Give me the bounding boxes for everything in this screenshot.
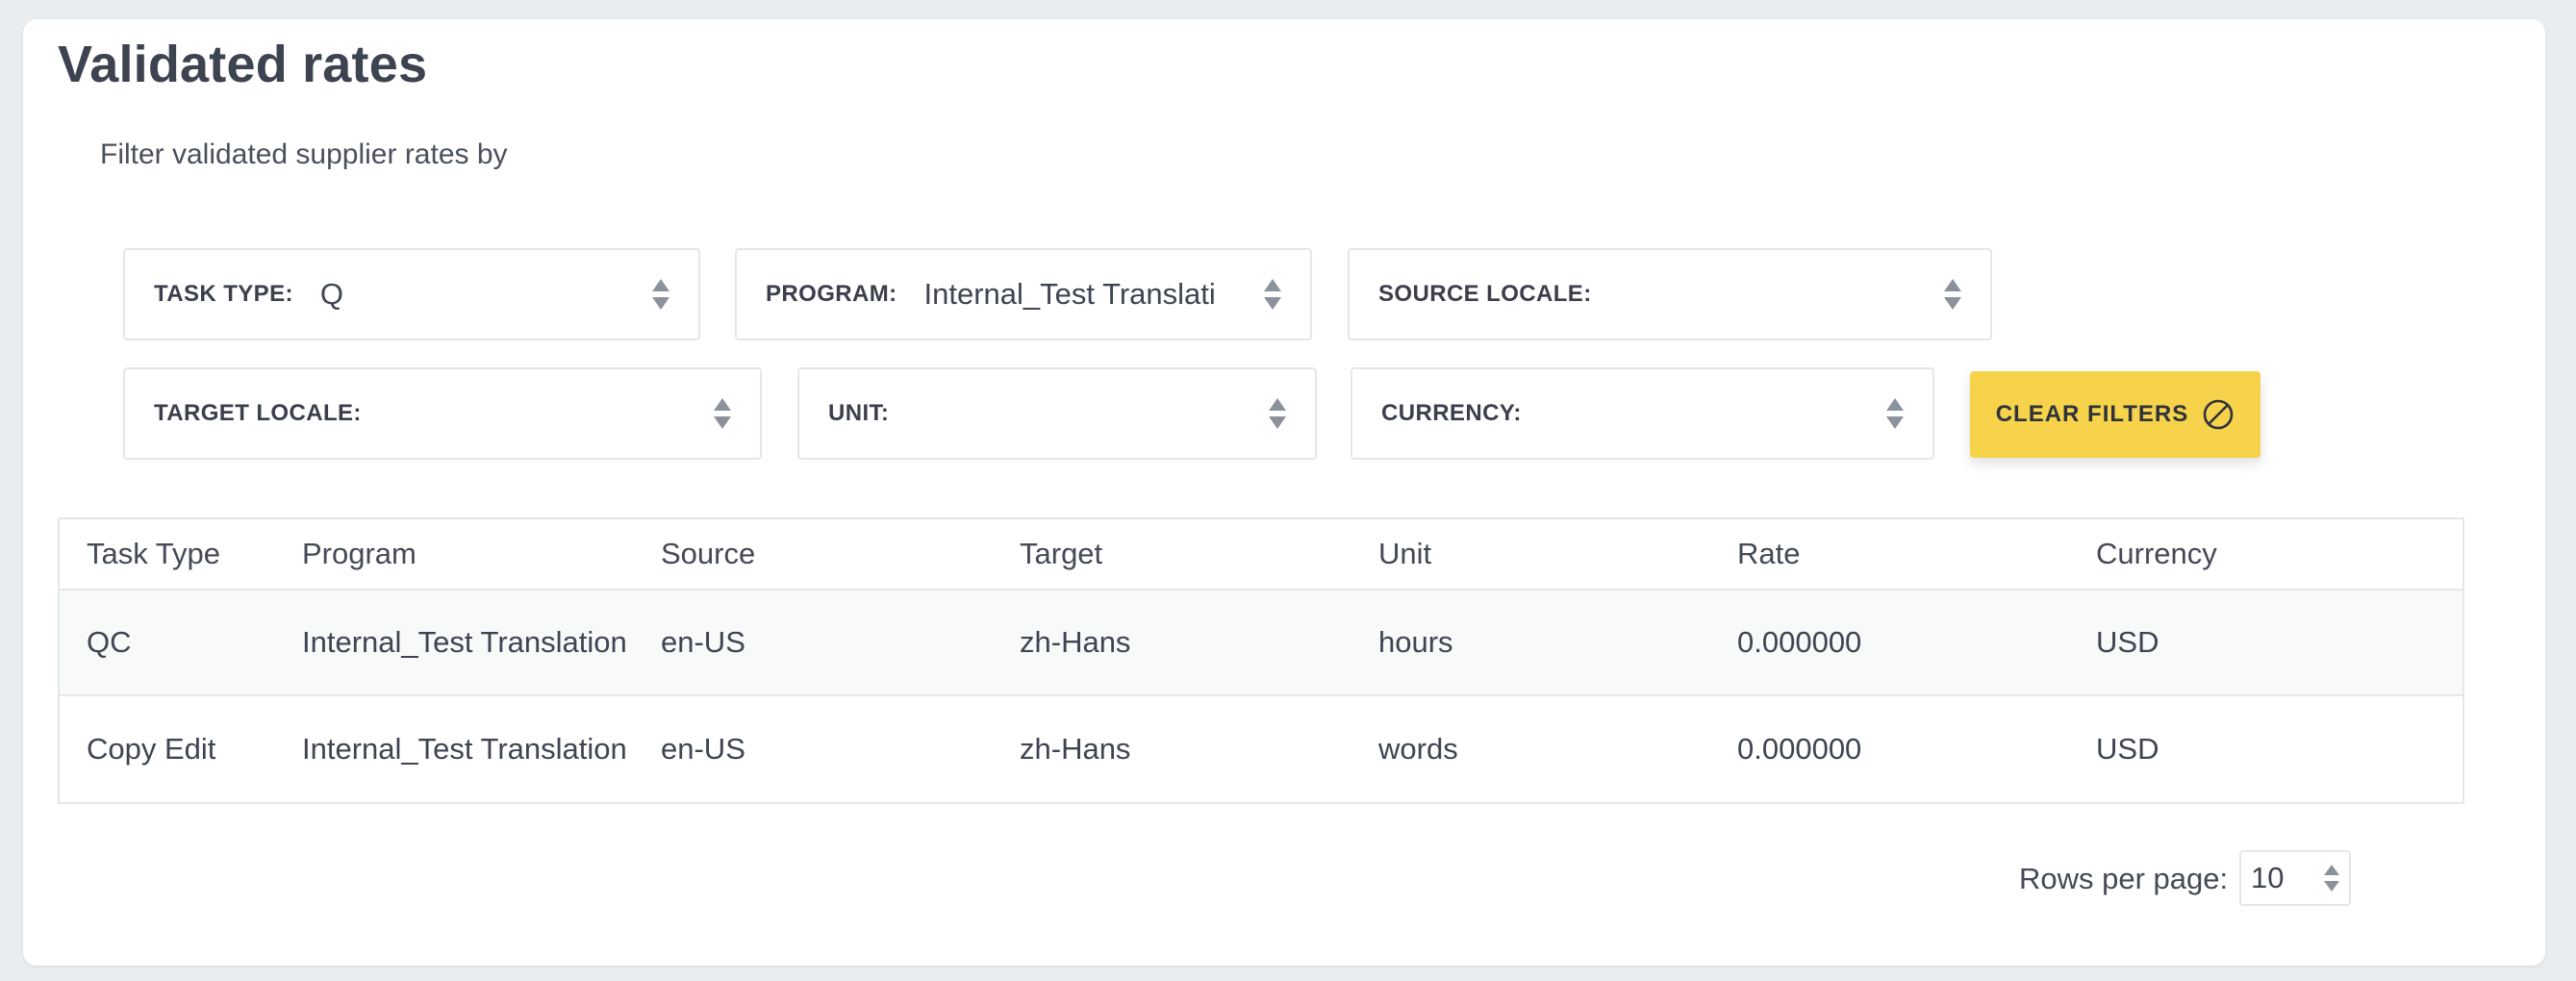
clear-filters-button[interactable]: CLEAR FILTERS <box>1970 371 2260 458</box>
currency-filter-label: CURRENCY: <box>1381 400 1522 426</box>
cell-target: zh-Hans <box>1020 732 1131 766</box>
cell-target: zh-Hans <box>1020 625 1131 659</box>
rates-table: Task Type Program Source Target Unit Rat… <box>58 517 2464 804</box>
cell-rate: 0.000000 <box>1737 625 1862 659</box>
column-header-target[interactable]: Target <box>1020 537 1378 571</box>
cell-program: Internal_Test Translation <box>302 732 627 766</box>
clear-filters-label: CLEAR FILTERS <box>1995 401 2189 427</box>
column-header-rate[interactable]: Rate <box>1737 537 2096 571</box>
ban-icon <box>2203 399 2234 430</box>
page-title: Validated rates <box>58 36 428 93</box>
cell-task-type: QC <box>87 625 132 659</box>
cell-currency: USD <box>2096 732 2159 766</box>
cell-source: en-US <box>661 732 745 766</box>
rows-per-page-value: 10 <box>2251 861 2285 894</box>
cell-program: Internal_Test Translation <box>302 625 627 659</box>
rows-per-page-label: Rows per page: <box>2019 862 2229 895</box>
column-header-source[interactable]: Source <box>661 537 1020 571</box>
program-filter-value: Internal_Test Translati <box>923 277 1216 311</box>
target-locale-filter[interactable]: TARGET LOCALE: <box>123 367 762 460</box>
rows-per-page-select[interactable]: 10 <box>2239 850 2351 906</box>
source-locale-filter[interactable]: SOURCE LOCALE: <box>1348 248 1992 340</box>
updown-arrows-icon <box>652 277 669 312</box>
table-header: Task Type Program Source Target Unit Rat… <box>60 519 2462 591</box>
updown-arrows-icon <box>1944 277 1961 312</box>
updown-arrows-icon <box>1886 396 1904 431</box>
column-header-task-type[interactable]: Task Type <box>60 537 300 571</box>
table-row: Copy Edit Internal_Test Translation en-U… <box>60 696 2462 802</box>
currency-filter[interactable]: CURRENCY: <box>1351 367 1934 460</box>
cell-task-type: Copy Edit <box>87 732 216 766</box>
cell-unit: words <box>1378 732 1458 766</box>
program-filter[interactable]: PROGRAM: Internal_Test Translati <box>735 248 1312 340</box>
column-header-program[interactable]: Program <box>300 537 661 571</box>
column-header-unit[interactable]: Unit <box>1378 537 1737 571</box>
updown-arrows-icon <box>2324 863 2339 893</box>
updown-arrows-icon <box>714 396 731 431</box>
unit-filter[interactable]: UNIT: <box>797 367 1317 460</box>
task-type-filter[interactable]: TASK TYPE: Q <box>123 248 700 340</box>
target-locale-filter-label: TARGET LOCALE: <box>154 400 362 426</box>
cell-source: en-US <box>661 625 745 659</box>
task-type-filter-value: Q <box>319 277 344 311</box>
updown-arrows-icon <box>1269 396 1286 431</box>
cell-rate: 0.000000 <box>1737 732 1862 766</box>
column-header-currency[interactable]: Currency <box>2096 537 2455 571</box>
updown-arrows-icon <box>1264 277 1281 312</box>
program-filter-label: PROGRAM: <box>766 281 897 307</box>
cell-unit: hours <box>1378 625 1453 659</box>
task-type-filter-label: TASK TYPE: <box>154 281 293 307</box>
cell-currency: USD <box>2096 625 2159 659</box>
table-row: QC Internal_Test Translation en-US zh-Ha… <box>60 591 2462 696</box>
source-locale-filter-label: SOURCE LOCALE: <box>1378 281 1592 307</box>
filter-intro-text: Filter validated supplier rates by <box>100 138 508 170</box>
unit-filter-label: UNIT: <box>828 400 890 426</box>
